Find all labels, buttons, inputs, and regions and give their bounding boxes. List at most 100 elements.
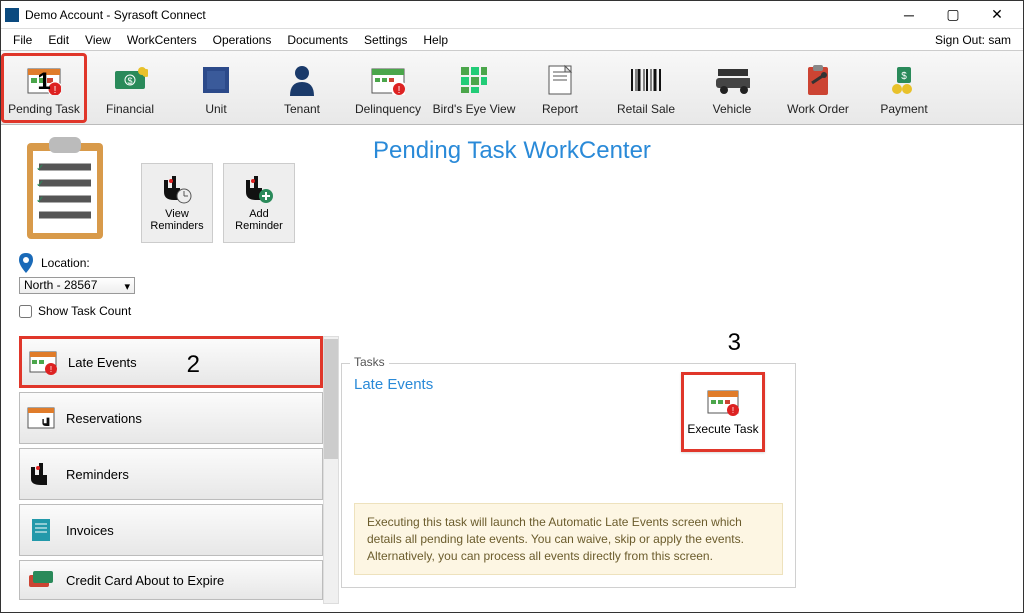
ribbon-report[interactable]: Report xyxy=(517,53,603,123)
menu-help[interactable]: Help xyxy=(415,31,456,49)
ribbon-label: Payment xyxy=(880,102,927,116)
ribbon-vehicle[interactable]: Vehicle xyxy=(689,53,775,123)
clipboard-icon: ✓ ✓ ✓ xyxy=(19,133,111,243)
menu-operations[interactable]: Operations xyxy=(205,31,280,49)
svg-text:$: $ xyxy=(127,76,132,86)
hand-icon xyxy=(26,459,56,489)
window-controls: ─ ▢ ✕ xyxy=(887,1,1019,29)
ribbon-label: Financial xyxy=(106,102,154,116)
menu-settings[interactable]: Settings xyxy=(356,31,415,49)
hand-plus-icon xyxy=(244,174,274,204)
calendar-warn-icon: ! xyxy=(370,62,406,98)
grid-icon xyxy=(456,62,492,98)
task-item-reservations[interactable]: Reservations xyxy=(19,392,323,444)
location-label: Location: xyxy=(41,256,90,270)
menu-file[interactable]: File xyxy=(5,31,40,49)
location-dropdown[interactable]: North - 28567 xyxy=(19,277,135,294)
menu-edit[interactable]: Edit xyxy=(40,31,77,49)
toolbar-ribbon: ! 1 Pending Task $ Financial Unit Tenant… xyxy=(1,51,1023,125)
task-label: Late Events xyxy=(68,355,137,370)
view-reminders-button[interactable]: View Reminders xyxy=(141,163,213,243)
svg-text:✓: ✓ xyxy=(36,163,44,174)
show-task-count-input[interactable] xyxy=(19,305,32,318)
show-task-count-checkbox[interactable]: Show Task Count xyxy=(19,304,339,318)
ribbon-pending-task[interactable]: ! 1 Pending Task xyxy=(1,53,87,123)
sign-out-link[interactable]: Sign Out: sam xyxy=(927,31,1019,49)
add-reminder-label: Add Reminder xyxy=(235,208,283,232)
car-icon xyxy=(714,62,750,98)
ribbon-label: Work Order xyxy=(787,102,849,116)
menu-view[interactable]: View xyxy=(77,31,119,49)
task-label: Reminders xyxy=(66,467,129,482)
hand-clock-icon xyxy=(162,174,192,204)
task-list-scrollbar[interactable] xyxy=(323,336,339,604)
ribbon-label: Delinquency xyxy=(355,102,421,116)
page-title: Pending Task WorkCenter xyxy=(373,137,1015,165)
calendar-alert-icon: ! xyxy=(707,388,739,418)
close-button[interactable]: ✕ xyxy=(975,1,1019,29)
ribbon-label: Tenant xyxy=(284,102,320,116)
task-label: Reservations xyxy=(66,411,142,426)
app-icon xyxy=(5,8,19,22)
dollar-card-icon: $ xyxy=(112,62,148,98)
wrench-clip-icon xyxy=(800,62,836,98)
add-reminder-button[interactable]: Add Reminder xyxy=(223,163,295,243)
svg-text:✓: ✓ xyxy=(36,179,44,190)
task-item-credit-card[interactable]: Credit Card About to Expire xyxy=(19,560,323,600)
show-task-count-label: Show Task Count xyxy=(38,304,131,318)
svg-text:!: ! xyxy=(54,85,57,95)
view-reminders-label: View Reminders xyxy=(150,208,203,232)
tasks-panel-header: Tasks xyxy=(350,355,389,369)
task-item-late-events[interactable]: ! Late Events 2 xyxy=(19,336,323,388)
ribbon-label: Bird's Eye View xyxy=(433,102,516,116)
ribbon-birds-eye[interactable]: Bird's Eye View xyxy=(431,53,517,123)
location-pin-icon xyxy=(19,253,35,273)
person-icon xyxy=(284,62,320,98)
window-title: Demo Account - Syrasoft Connect xyxy=(25,8,887,22)
unit-icon xyxy=(198,62,234,98)
callout-number-3: 3 xyxy=(728,329,741,357)
ribbon-retail-sale[interactable]: Retail Sale xyxy=(603,53,689,123)
title-bar: Demo Account - Syrasoft Connect ─ ▢ ✕ xyxy=(1,1,1023,29)
svg-text:!: ! xyxy=(50,365,52,374)
callout-number-1: 1 xyxy=(37,68,50,96)
tasks-panel: Tasks Late Events ! Execute Task Executi… xyxy=(341,363,796,588)
svg-text:!: ! xyxy=(732,406,734,415)
ribbon-label: Vehicle xyxy=(713,102,752,116)
callout-number-2: 2 xyxy=(187,351,200,379)
svg-text:$: $ xyxy=(901,71,907,82)
ribbon-payment[interactable]: $ Payment xyxy=(861,53,947,123)
menu-workcenters[interactable]: WorkCenters xyxy=(119,31,205,49)
ribbon-label: Pending Task xyxy=(8,102,80,116)
minimize-button[interactable]: ─ xyxy=(887,1,931,29)
invoice-icon xyxy=(26,515,56,545)
task-item-invoices[interactable]: Invoices xyxy=(19,504,323,556)
right-pane: Pending Task WorkCenter 3 Tasks Late Eve… xyxy=(341,125,1023,612)
barcode-icon xyxy=(628,62,664,98)
document-icon xyxy=(542,62,578,98)
task-list: ! Late Events 2 Reservations Reminders xyxy=(19,336,323,604)
ribbon-label: Retail Sale xyxy=(617,102,675,116)
ribbon-tenant[interactable]: Tenant xyxy=(259,53,345,123)
scrollbar-thumb[interactable] xyxy=(324,339,338,459)
task-label: Credit Card About to Expire xyxy=(66,573,224,588)
ribbon-delinquency[interactable]: ! Delinquency xyxy=(345,53,431,123)
ribbon-financial[interactable]: $ Financial xyxy=(87,53,173,123)
execute-task-button[interactable]: ! Execute Task xyxy=(681,372,765,452)
left-pane: ✓ ✓ ✓ View Reminders Add Reminder xyxy=(1,125,341,612)
menu-bar: File Edit View WorkCenters Operations Do… xyxy=(1,29,1023,51)
coins-icon: $ xyxy=(886,62,922,98)
task-item-reminders[interactable]: Reminders xyxy=(19,448,323,500)
ribbon-work-order[interactable]: Work Order xyxy=(775,53,861,123)
maximize-button[interactable]: ▢ xyxy=(931,1,975,29)
calendar-alert-icon: ! xyxy=(28,347,58,377)
svg-text:✓: ✓ xyxy=(36,195,44,206)
task-label: Invoices xyxy=(66,523,114,538)
ribbon-label: Unit xyxy=(205,102,226,116)
cards-icon xyxy=(26,565,56,595)
svg-text:!: ! xyxy=(398,85,401,95)
menu-documents[interactable]: Documents xyxy=(279,31,356,49)
ribbon-unit[interactable]: Unit xyxy=(173,53,259,123)
execute-task-label: Execute Task xyxy=(687,422,758,436)
calendar-hand-icon xyxy=(26,403,56,433)
